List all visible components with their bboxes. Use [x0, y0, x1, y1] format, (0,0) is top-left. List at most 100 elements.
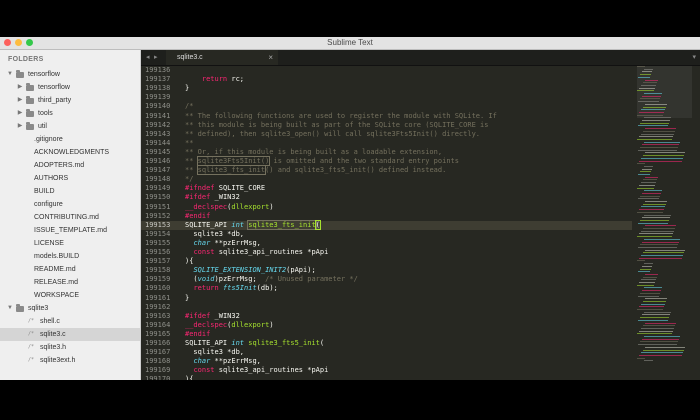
disclosure-closed-icon[interactable]: ▶	[16, 81, 24, 94]
sidebar-file[interactable]: /* sqlite3.c	[0, 328, 140, 341]
sidebar-file[interactable]: README.md	[0, 263, 140, 276]
code-line[interactable]: 199136	[141, 66, 632, 75]
sidebar-file[interactable]: WORKSPACE	[0, 289, 140, 302]
code-line[interactable]: 199145 ** Or, if this module is being bui…	[141, 148, 632, 157]
code-line[interactable]: 199138}	[141, 84, 632, 93]
sidebar-file[interactable]: RELEASE.md	[0, 276, 140, 289]
code-area[interactable]: 199136 199137 return rc; 199138} 199139 1991…	[141, 66, 632, 380]
sidebar-file[interactable]: /* sqlite3.h	[0, 341, 140, 354]
code-token: fts5Init	[222, 284, 257, 293]
forward-arrow-icon[interactable]: ▸	[154, 50, 158, 65]
code-line[interactable]: 199149 #ifndef SQLITE_CORE	[141, 184, 632, 193]
sidebar-file[interactable]: ADOPTERS.md	[0, 159, 140, 172]
code-line[interactable]: 199146 ** sqlite3Fts5Init() is omitted an…	[141, 156, 632, 166]
code-line[interactable]: 199170){	[141, 375, 632, 380]
minimap-line	[638, 101, 659, 103]
minimap[interactable]	[637, 66, 692, 380]
minimap-line	[637, 236, 672, 238]
code-line[interactable]: 199147 ** sqlite3_fts_init() and sqlite3_…	[141, 165, 632, 176]
code-line[interactable]: 199162	[141, 303, 632, 312]
code-line[interactable]: 199160 return fts5Init(db);	[141, 284, 632, 293]
code-line[interactable]: 199144 **	[141, 139, 632, 148]
sidebar-folder[interactable]: ▼ tensorflow	[0, 68, 140, 81]
code-line[interactable]: 199167 sqlite3 *db,	[141, 348, 632, 357]
code-line[interactable]: 199139	[141, 93, 632, 102]
sidebar-folder[interactable]: ▶ util	[0, 120, 140, 133]
code-line[interactable]: 199150 #ifdef _WIN32	[141, 193, 632, 202]
tab-sqlite3-c[interactable]: sqlite3.c ×	[166, 50, 278, 65]
minimap-line	[640, 341, 678, 343]
minimap-line	[639, 233, 673, 235]
sidebar-file[interactable]: configure	[0, 198, 140, 211]
code-line[interactable]: 199154 sqlite3 *db,	[141, 230, 632, 239]
code-line[interactable]: 199140 /*	[141, 102, 632, 111]
sidebar-file[interactable]: LICENSE	[0, 237, 140, 250]
code-token: SQLITE_API	[185, 220, 232, 229]
minimap-line	[642, 265, 652, 267]
disclosure-closed-icon[interactable]: ▶	[16, 107, 24, 120]
code-line[interactable]: 199148 */	[141, 175, 632, 184]
code-line[interactable]: 199161}	[141, 294, 632, 303]
minimap-line	[640, 74, 651, 76]
minimap-line	[641, 206, 665, 208]
line-text: const sqlite3_api_routines *pApi	[185, 366, 328, 375]
sidebar-file[interactable]: ACKNOWLEDGMENTS	[0, 146, 140, 159]
line-number: 199142	[145, 120, 171, 129]
line-number: 199151	[145, 202, 171, 211]
sidebar-folder[interactable]: ▶ tensorflow	[0, 81, 140, 94]
sidebar-item-label: RELEASE.md	[34, 279, 78, 286]
code-line[interactable]: 199137 return rc;	[141, 75, 632, 84]
sidebar-file[interactable]: /* sqlite3ext.h	[0, 354, 140, 367]
back-arrow-icon[interactable]: ◂	[146, 50, 150, 65]
sidebar-file[interactable]: /* shell.c	[0, 315, 140, 328]
code-line[interactable]: 199163 #ifdef _WIN32	[141, 312, 632, 321]
line-text: ** Or, if this module is being built as …	[185, 148, 442, 157]
sidebar-file[interactable]: CONTRIBUTING.md	[0, 211, 140, 224]
minimap-line	[642, 290, 661, 292]
sidebar-item-label: README.md	[34, 266, 76, 273]
sidebar-file[interactable]: models.BUILD	[0, 250, 140, 263]
code-line[interactable]: 199143 ** defined), then sqlite3_open() w…	[141, 130, 632, 139]
disclosure-closed-icon[interactable]: ▶	[16, 94, 24, 107]
line-number: 199144	[145, 138, 171, 147]
code-line[interactable]: 199157){	[141, 257, 632, 266]
minimap-line	[640, 292, 660, 294]
tab-label: sqlite3.c	[177, 54, 203, 61]
sidebar-file[interactable]: BUILD	[0, 185, 140, 198]
code-line[interactable]: 199152 #endif	[141, 212, 632, 221]
tab-dropdown-icon[interactable]: ▾	[692, 50, 696, 65]
code-line[interactable]: 199164 __declspec(dllexport)	[141, 321, 632, 330]
code-line[interactable]: 199153 SQLITE_API int sqlite3_fts_init(	[141, 219, 632, 230]
code-line[interactable]: 199151 __declspec(dllexport)	[141, 203, 632, 212]
line-text: #endif	[185, 212, 210, 221]
code-line[interactable]: 199158 SQLITE_EXTENSION_INIT2(pApi);	[141, 266, 632, 275]
disclosure-open-icon[interactable]: ▼	[6, 68, 14, 81]
code-line[interactable]: 199142 ** this module is being built as p…	[141, 121, 632, 130]
code-token: sqlite3_api_routines *pApi	[214, 248, 329, 256]
minimap-line	[643, 325, 675, 327]
minimap-line	[639, 257, 682, 259]
code-line[interactable]: 199166 SQLITE_API int sqlite3_fts5_init(	[141, 339, 632, 348]
code-line[interactable]: 199168 char **pzErrMsg,	[141, 357, 632, 366]
minimap-line	[639, 306, 664, 308]
disclosure-closed-icon[interactable]: ▶	[16, 120, 24, 133]
code-line[interactable]: 199169 const sqlite3_api_routines *pApi	[141, 366, 632, 375]
code-line[interactable]: 199165 #endif	[141, 330, 632, 339]
code-line[interactable]: 199156 const sqlite3_api_routines *pApi	[141, 248, 632, 257]
sidebar-file[interactable]: AUTHORS	[0, 172, 140, 185]
sidebar-folder[interactable]: ▼ sqlite3	[0, 302, 140, 315]
sidebar-file[interactable]: .gitignore	[0, 133, 140, 146]
minimap-line	[641, 157, 683, 159]
minimap-line	[640, 317, 669, 319]
disclosure-open-icon[interactable]: ▼	[6, 302, 14, 315]
sidebar-file[interactable]: ISSUE_TEMPLATE.md	[0, 224, 140, 237]
minimap-line	[641, 352, 683, 354]
sidebar-folder[interactable]: ▶ tools	[0, 107, 140, 120]
sidebar-folder[interactable]: ▶ third_party	[0, 94, 140, 107]
tab-close-icon[interactable]: ×	[268, 50, 273, 65]
sidebar-item-label: ISSUE_TEMPLATE.md	[34, 227, 108, 234]
code-line[interactable]: 199155 char **pzErrMsg,	[141, 239, 632, 248]
code-line[interactable]: 199141 ** The following functions are use…	[141, 112, 632, 121]
code-line[interactable]: 199159 (void)pzErrMsg; /* Unused paramet…	[141, 275, 632, 284]
sidebar-item-label: third_party	[38, 97, 72, 104]
